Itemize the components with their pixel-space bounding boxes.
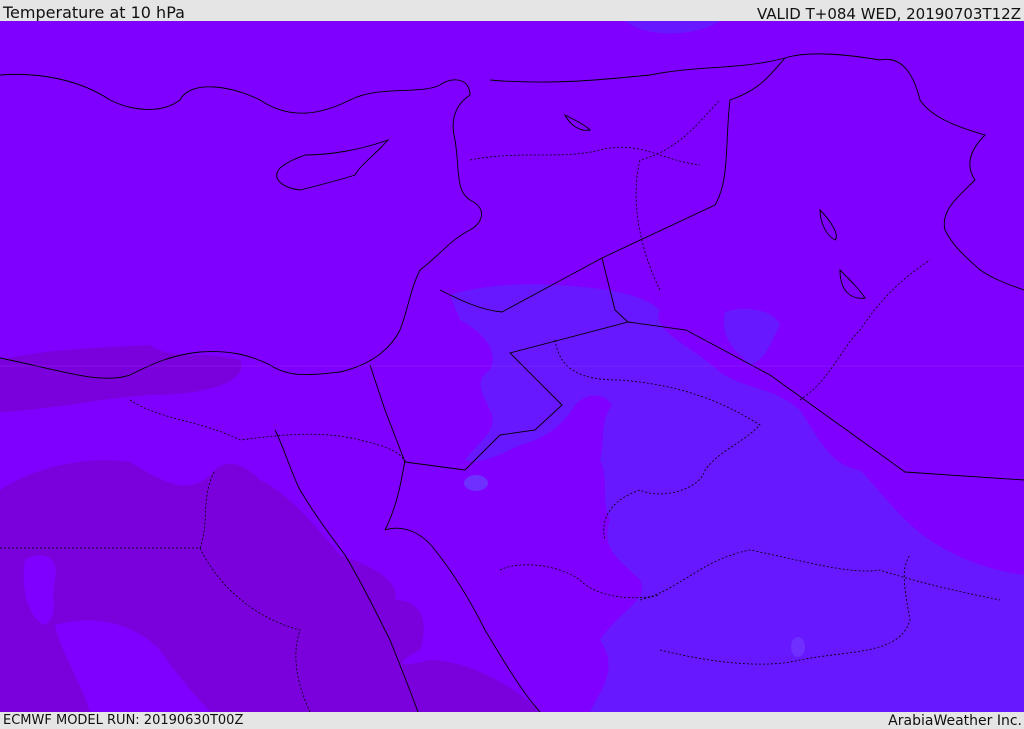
map-title: Temperature at 10 hPa [3, 3, 185, 22]
model-run: ECMWF MODEL RUN: 20190630T00Z [3, 713, 244, 728]
contour-spot [464, 475, 488, 491]
footer-bar: ECMWF MODEL RUN: 20190630T00Z ArabiaWeat… [0, 712, 1024, 729]
temperature-map [0, 21, 1024, 712]
credit: ArabiaWeather Inc. [888, 713, 1022, 729]
contour-spot [791, 637, 805, 657]
header-bar: Temperature at 10 hPa VALID T+084 WED, 2… [0, 0, 1024, 23]
